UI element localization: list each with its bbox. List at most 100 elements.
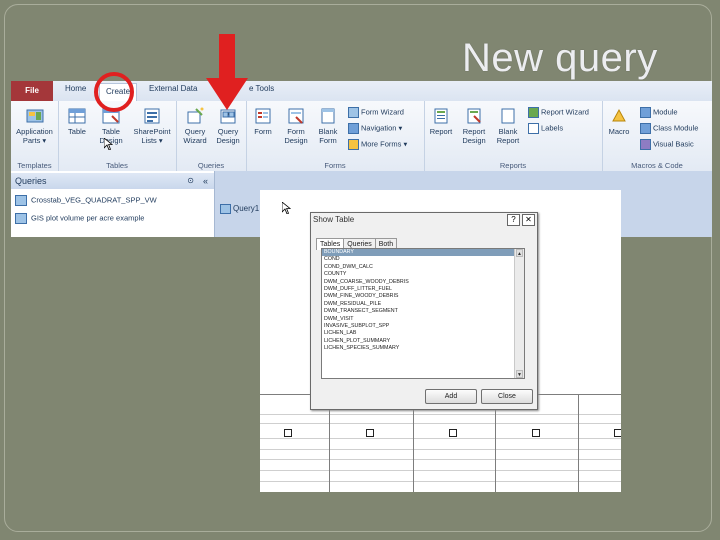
help-button[interactable]: ?: [507, 214, 520, 226]
report-design-label-1: Report: [462, 127, 486, 136]
group-label-templates: Templates: [17, 161, 52, 170]
list-item[interactable]: COND_DWM_CALC: [322, 264, 524, 271]
group-macros-code: Macro Module Class Module Visual Basic M…: [602, 101, 712, 171]
report-design-button[interactable]: Report Design: [458, 107, 490, 145]
form-design-label-1: Form: [287, 127, 305, 136]
dialog-title: Show Table: [313, 215, 355, 224]
show-checkbox[interactable]: [366, 429, 374, 437]
list-item[interactable]: DWM_DUFF_LITTER_FUEL: [322, 286, 524, 293]
form-design-label-2: Design: [284, 136, 308, 145]
blank-report-icon: [501, 108, 515, 124]
nav-pane-header[interactable]: Queries ⊙ «: [11, 173, 214, 189]
close-button[interactable]: Close: [481, 389, 533, 404]
scroll-down-icon[interactable]: ▼: [516, 370, 523, 378]
nav-item-crosstab-query[interactable]: Crosstab_VEG_QUADRAT_SPP_VW: [15, 195, 157, 206]
form-design-button[interactable]: Form Design: [280, 107, 312, 145]
list-item[interactable]: COND: [322, 256, 524, 263]
form-button[interactable]: Form: [248, 107, 278, 136]
blank-report-label-1: Blank: [498, 127, 518, 136]
class-module-button[interactable]: Class Module: [640, 123, 698, 134]
nav-item-label: GIS plot volume per acre example: [31, 213, 145, 223]
application-parts-button[interactable]: Application Parts ▾: [11, 107, 58, 145]
macro-button[interactable]: Macro: [604, 107, 634, 136]
list-item[interactable]: DWM_TRANSECT_SEGMENT: [322, 308, 524, 315]
query-tab[interactable]: [260, 202, 282, 216]
close-icon[interactable]: ✕: [522, 214, 535, 226]
list-item[interactable]: DWM_FINE_WOODY_DEBRIS: [322, 293, 524, 300]
visual-basic-button[interactable]: Visual Basic: [640, 139, 694, 150]
table-button[interactable]: Table: [62, 107, 92, 136]
query-wizard-button[interactable]: Query Wizard: [178, 107, 212, 145]
blank-form-label-1: Blank: [318, 127, 338, 136]
list-item[interactable]: LICHEN_LAB: [322, 330, 524, 337]
chevron-down-icon[interactable]: ⊙: [187, 173, 194, 189]
query1-tab[interactable]: Query1: [220, 204, 260, 214]
show-checkbox[interactable]: [614, 429, 621, 437]
show-checkbox[interactable]: [284, 429, 292, 437]
form-design-icon: [288, 108, 304, 124]
module-label: Module: [653, 107, 678, 117]
report-wizard-button[interactable]: Report Wizard: [528, 107, 589, 118]
sharepoint-label-2: Lists ▾: [141, 136, 163, 145]
visual-basic-icon: [640, 139, 651, 150]
form-wizard-button[interactable]: Form Wizard: [348, 107, 404, 118]
list-item[interactable]: DWM_VISIT: [322, 316, 524, 323]
list-item[interactable]: COUNTY: [322, 271, 524, 278]
labels-button[interactable]: Labels: [528, 123, 563, 134]
group-label-macros: Macros & Code: [631, 161, 683, 170]
nav-pane-title: Queries: [15, 176, 47, 186]
blank-form-button[interactable]: Blank Form: [314, 107, 342, 145]
blank-report-button[interactable]: Blank Report: [492, 107, 524, 145]
grid-row-line: [260, 438, 621, 439]
report-icon: [434, 108, 448, 124]
report-design-label-2: Design: [462, 136, 486, 145]
list-item[interactable]: DWM_RESIDUAL_PILE: [322, 301, 524, 308]
labels-label: Labels: [541, 123, 564, 133]
list-item[interactable]: BOUNDARY: [322, 249, 524, 257]
mouse-pointer-icon: [282, 202, 291, 214]
grid-column-line: [578, 394, 579, 492]
report-label: Report: [429, 127, 453, 136]
query-wizard-label-1: Query: [184, 127, 206, 136]
nav-item-gis-query[interactable]: GIS plot volume per acre example: [15, 213, 144, 224]
group-label-reports: Reports: [499, 161, 527, 170]
application-parts-label-2: Parts ▾: [22, 136, 47, 145]
sharepoint-lists-button[interactable]: SharePoint Lists ▾: [130, 107, 174, 145]
down-arrow-icon: [206, 34, 248, 110]
table-list[interactable]: BOUNDARY COND COND_DWM_CALC COUNTY DWM_C…: [321, 248, 525, 379]
grid-row-line: [260, 414, 621, 415]
form-wizard-label: Form Wizard: [361, 107, 404, 117]
nav-item-label: Crosstab_VEG_QUADRAT_SPP_VW: [31, 195, 157, 205]
tab-database-tools[interactable]: e Tools: [249, 84, 274, 93]
add-button[interactable]: Add: [425, 389, 477, 404]
navigation-button[interactable]: Navigation ▾: [348, 123, 402, 134]
application-parts-icon: [26, 109, 43, 123]
scroll-up-icon[interactable]: ▲: [516, 249, 523, 257]
list-item[interactable]: INVASIVE_SUBPLOT_SPP: [322, 323, 524, 330]
list-item[interactable]: LICHEN_PLOT_SUMMARY: [322, 338, 524, 345]
more-forms-button[interactable]: More Forms ▾: [348, 139, 407, 150]
grid-row-line: [260, 449, 621, 450]
list-scrollbar[interactable]: ▲ ▼: [514, 249, 524, 378]
tab-file[interactable]: File: [11, 81, 53, 101]
tab-external-data[interactable]: External Data: [149, 84, 197, 93]
group-forms: Form Form Design Blank Form Form Wizard …: [246, 101, 425, 171]
module-icon: [640, 107, 651, 118]
navigation-label: Navigation ▾: [361, 123, 403, 133]
mouse-pointer-icon: [104, 138, 113, 150]
list-item[interactable]: LICHEN_SPECIES_SUMMARY: [322, 345, 524, 352]
report-button[interactable]: Report: [426, 107, 456, 136]
group-queries: Query Wizard Query Design Queries: [176, 101, 247, 171]
report-wizard-icon: [528, 107, 539, 118]
navigation-pane: Queries ⊙ « Crosstab_VEG_QUADRAT_SPP_VW …: [11, 171, 215, 237]
group-label-queries: Queries: [197, 161, 225, 170]
show-checkbox[interactable]: [449, 429, 457, 437]
tab-home[interactable]: Home: [65, 84, 86, 93]
query-design-button[interactable]: Query Design: [212, 107, 244, 145]
list-item[interactable]: DWM_COARSE_WOODY_DEBRIS: [322, 279, 524, 286]
form-icon: [255, 108, 271, 124]
macro-label: Macro: [608, 127, 630, 136]
collapse-pane-icon[interactable]: «: [203, 173, 208, 189]
show-checkbox[interactable]: [532, 429, 540, 437]
module-button[interactable]: Module: [640, 107, 678, 118]
